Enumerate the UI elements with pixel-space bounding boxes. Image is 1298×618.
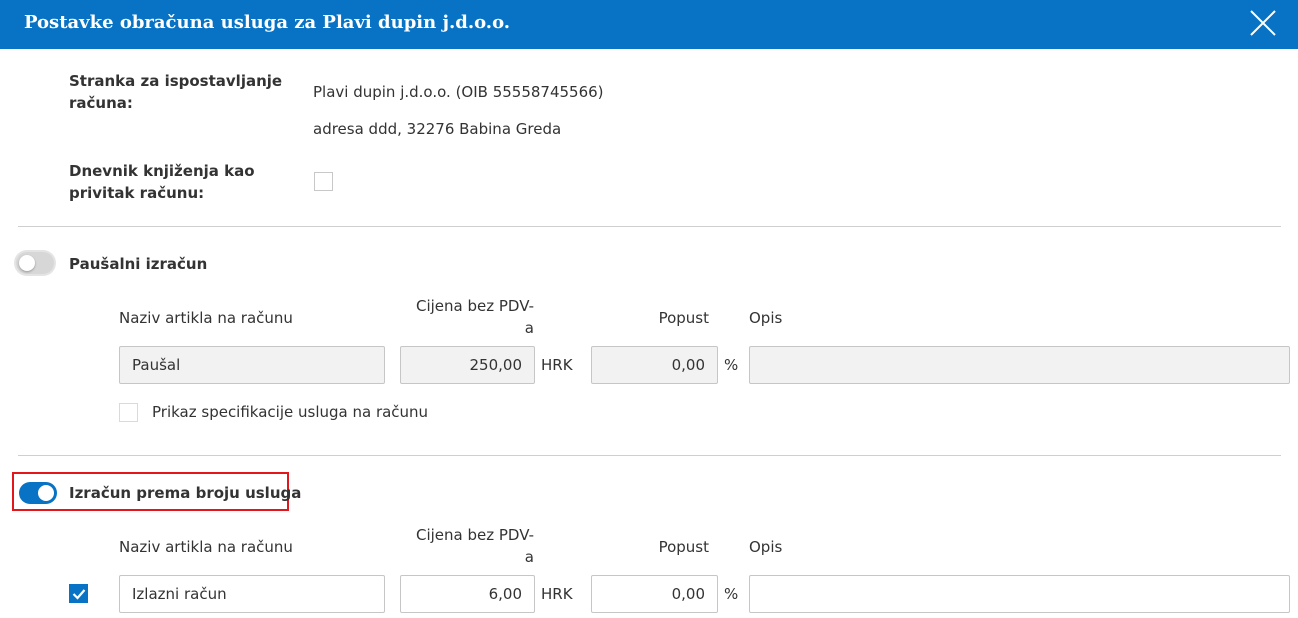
toggle-knob bbox=[38, 485, 54, 501]
row-item-name-input[interactable]: Izlazni račun bbox=[119, 575, 385, 613]
col-discount: Popust bbox=[658, 538, 709, 556]
spec-checkbox[interactable] bbox=[119, 403, 138, 422]
flat-discount-input[interactable]: 0,00 bbox=[591, 346, 718, 384]
row-currency: HRK bbox=[541, 585, 573, 603]
journal-attachment-checkbox[interactable] bbox=[314, 172, 333, 191]
client-label: Stranka za ispostavljanje računa: bbox=[69, 72, 283, 112]
flat-calculation-label: Paušalni izračun bbox=[69, 255, 208, 273]
flat-calculation-toggle[interactable] bbox=[16, 252, 54, 274]
row-checkbox[interactable] bbox=[69, 584, 88, 603]
per-service-calculation-label: Izračun prema broju usluga bbox=[69, 484, 302, 502]
row-discount-input[interactable]: 0,00 bbox=[591, 575, 718, 613]
client-address: adresa ddd, 32276 Babina Greda bbox=[313, 120, 562, 138]
col-item-name: Naziv artikla na računu bbox=[119, 309, 293, 327]
row-description-input[interactable] bbox=[749, 575, 1290, 613]
per-service-calculation-toggle[interactable] bbox=[19, 482, 57, 504]
dialog-header: Postavke obračuna usluga za Plavi dupin … bbox=[0, 0, 1298, 49]
check-icon bbox=[72, 589, 86, 600]
dialog-title: Postavke obračuna usluga za Plavi dupin … bbox=[24, 12, 511, 33]
col-discount: Popust bbox=[658, 309, 709, 327]
flat-item-name-input[interactable]: Paušal bbox=[119, 346, 385, 384]
client-name: Plavi dupin j.d.o.o. (OIB 55558745566) bbox=[313, 83, 604, 101]
flat-percent: % bbox=[724, 356, 739, 374]
row-percent: % bbox=[724, 585, 739, 603]
spec-label: Prikaz specifikacije usluga na računu bbox=[152, 403, 429, 421]
row-price-input[interactable]: 6,00 bbox=[400, 575, 535, 613]
divider bbox=[18, 455, 1281, 456]
flat-price-input[interactable]: 250,00 bbox=[400, 346, 535, 384]
close-icon[interactable] bbox=[1248, 8, 1278, 38]
col-description: Opis bbox=[749, 309, 783, 327]
journal-label: Dnevnik knjiženja kao privitak računu: bbox=[69, 162, 255, 202]
col-price: Cijena bez PDV- a bbox=[415, 526, 534, 566]
col-price: Cijena bez PDV- a bbox=[415, 297, 534, 337]
divider bbox=[18, 226, 1281, 227]
toggle-knob bbox=[19, 255, 35, 271]
col-item-name: Naziv artikla na računu bbox=[119, 538, 293, 556]
flat-description-input[interactable] bbox=[749, 346, 1290, 384]
col-description: Opis bbox=[749, 538, 783, 556]
flat-currency: HRK bbox=[541, 356, 573, 374]
